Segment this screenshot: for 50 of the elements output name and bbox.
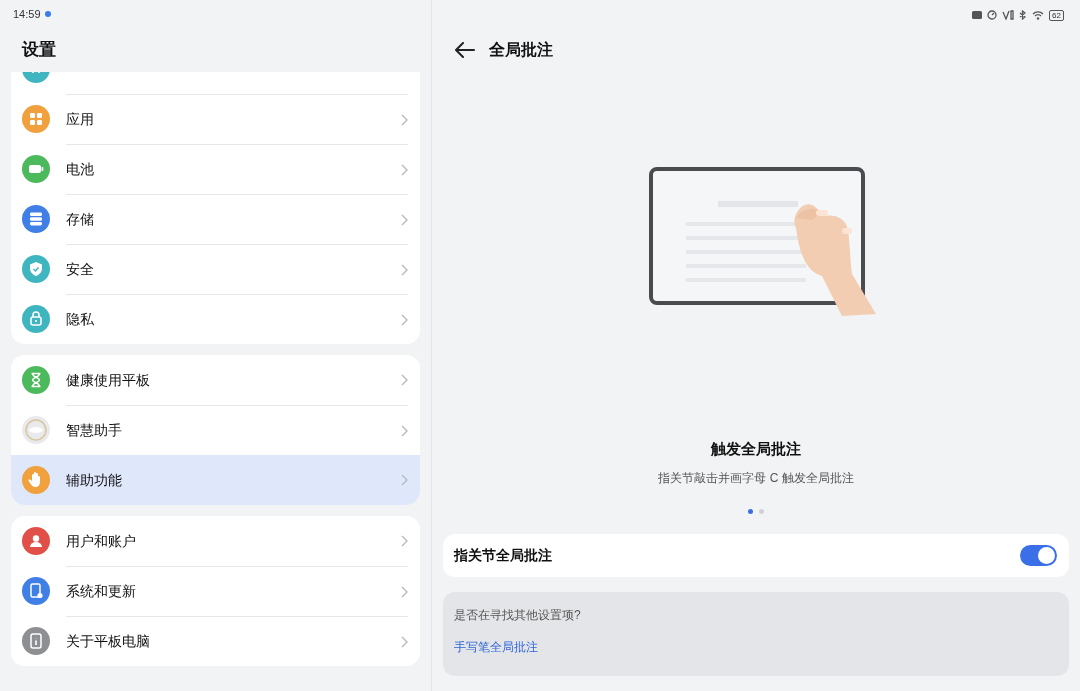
suggestion-prompt: 是否在寻找其他设置项? xyxy=(454,606,581,624)
hand-icon xyxy=(22,466,50,494)
page-title: 全局批注 xyxy=(489,40,553,60)
chevron-right-icon xyxy=(401,263,408,276)
sidebar-title: 设置 xyxy=(22,39,56,61)
settings-row[interactable]: 辅助功能 xyxy=(11,455,420,505)
row-label: 关于平板电脑 xyxy=(66,632,151,651)
toggle-label: 指关节全局批注 xyxy=(454,545,552,565)
speedometer-icon xyxy=(987,10,998,20)
chevron-right-icon xyxy=(401,113,408,126)
row-label: 隐私 xyxy=(66,310,95,329)
chevron-right-icon xyxy=(401,635,408,648)
row-label: 存储 xyxy=(66,210,95,229)
grid-icon xyxy=(22,105,50,133)
back-arrow-icon[interactable] xyxy=(455,42,475,58)
status-time: 14:59 xyxy=(13,6,41,22)
bluetooth-icon xyxy=(1019,10,1028,20)
chevron-right-icon xyxy=(401,374,408,386)
assistant-orb-icon xyxy=(22,416,50,444)
row-label: 辅助功能 xyxy=(66,470,123,490)
row-label: 安全 xyxy=(66,260,95,279)
chevron-right-icon xyxy=(401,163,408,176)
battery-level: 62 xyxy=(1049,9,1064,21)
row-label: 应用 xyxy=(66,110,95,129)
wifi-icon xyxy=(1032,10,1045,20)
chevron-right-icon xyxy=(401,313,408,326)
row-label: 用户和账户 xyxy=(66,531,137,551)
toggle-switch[interactable] xyxy=(1020,544,1057,566)
battery-icon xyxy=(22,155,50,183)
slide-caption: 指关节敲击并画字母 C 触发全局批注 xyxy=(658,469,854,487)
chevron-right-icon xyxy=(401,535,408,547)
shield-icon xyxy=(22,255,50,283)
chevron-right-icon xyxy=(401,424,408,437)
slide-title: 触发全局批注 xyxy=(711,439,801,459)
message-icon xyxy=(972,11,983,19)
storage-icon xyxy=(22,205,50,233)
row-label: 健康使用平板 xyxy=(66,370,151,390)
signal-icon xyxy=(1002,10,1015,20)
chevron-right-icon xyxy=(401,474,408,486)
info-tablet-icon xyxy=(22,627,50,655)
chevron-right-icon xyxy=(401,585,408,598)
person-icon xyxy=(22,527,50,555)
row-label: 智慧助手 xyxy=(66,421,123,440)
chevron-right-icon xyxy=(401,213,408,226)
row-label: 电池 xyxy=(66,160,95,179)
lock-icon xyxy=(22,305,50,333)
tablet-gear-icon xyxy=(22,577,50,605)
suggestion-link[interactable]: 手写笔全局批注 xyxy=(454,637,538,656)
hourglass-icon xyxy=(22,366,50,394)
row-label: 系统和更新 xyxy=(66,582,137,601)
